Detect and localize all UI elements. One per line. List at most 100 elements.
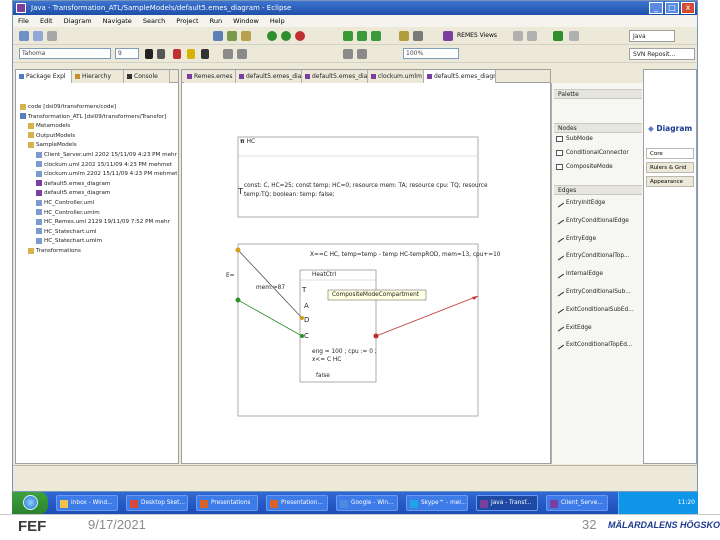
build-icon[interactable] [213,31,223,41]
taskbar-button[interactable]: Presentations [196,495,258,511]
taskbar-button[interactable]: Desktop Sket... [126,495,188,511]
start-button[interactable] [12,492,48,514]
nav-forward-icon[interactable] [569,31,579,41]
editor-tab[interactable]: clockum.umlm [368,70,424,83]
tab-hierarchy[interactable]: Hierarchy [72,70,124,83]
taskbar-button[interactable]: Inbox - Wind... [56,495,118,511]
tools-icon[interactable] [227,31,237,41]
heatctrl-submode[interactable] [299,269,377,383]
zoom-icon[interactable] [357,49,367,59]
prop-tab-appearance[interactable]: Appearance [646,176,694,187]
forward-icon[interactable] [527,31,537,41]
palette-tool[interactable]: InternalEdge [554,269,603,279]
edges-drawer[interactable]: Edges [554,185,642,195]
menu-run[interactable]: Run [210,17,222,25]
exit-point-red[interactable] [373,333,379,339]
tree-item[interactable]: HC_Controller.umlm [36,209,100,218]
entry-point-green[interactable] [235,297,241,303]
tree-item[interactable]: Transformation_ATL [dsi09/transformers/T… [20,113,166,122]
editor-tab[interactable]: Remes.emes [184,70,236,83]
back-icon[interactable] [513,31,523,41]
close-button[interactable]: x [681,2,695,14]
new-package-icon[interactable] [357,31,367,41]
tab-package-explorer[interactable]: Package Expl [16,70,72,83]
new-class-icon[interactable] [371,31,381,41]
editor-tab[interactable]: default5.emes_diag [236,70,302,83]
tree-item[interactable]: Client_Server.uml 2202 15/11/09 4:23 PM … [36,151,177,160]
tree-item[interactable]: HC_Controller.uml [36,199,94,208]
tree-item[interactable]: clockum.uml 2202 15/11/09 4:23 PM mehmet [36,161,172,170]
palette-tool[interactable]: EntryConditionalTop... [554,251,630,261]
font-combo[interactable]: Tahoma [19,48,111,59]
taskbar-button[interactable]: Client_Serve... [546,495,608,511]
palette-tool[interactable]: CompositeMode [556,163,613,172]
nodes-drawer[interactable]: Nodes [554,123,642,133]
print-icon[interactable] [47,31,57,41]
tree-item[interactable]: Metamodels [28,122,70,131]
palette-tool[interactable]: ExitConditionalTopEd... [554,340,632,350]
search-icon[interactable] [413,31,423,41]
tree-item[interactable]: OutputModels [28,132,75,141]
fill-color-icon[interactable] [187,49,195,59]
bold-icon[interactable] [145,49,153,59]
remes-icon[interactable] [443,31,453,41]
palette-tool[interactable]: SubMode [556,135,593,144]
tree-item[interactable]: HC_Remes.uml 2129 19/11/09 7:52 PM mehr [36,218,170,227]
tree-item[interactable]: Transformations [28,247,81,256]
italic-icon[interactable] [157,49,165,59]
align-icon[interactable] [223,49,233,59]
menu-project[interactable]: Project [176,17,198,25]
arrange-icon[interactable] [237,49,247,59]
perspective-svn[interactable]: SVN Reposit... [629,48,695,60]
maximize-button[interactable]: □ [665,2,679,14]
palette-tool[interactable]: ConditionalConnector [556,149,629,158]
palette-tool[interactable]: EntryInitEdge [554,198,605,208]
size-combo[interactable]: 9 [115,48,139,59]
prop-tab-rulers[interactable]: Rulers & Grid [646,162,694,173]
taskbar-button[interactable]: Presentation... [266,495,328,511]
minimize-button[interactable]: _ [649,2,663,14]
new-icon[interactable] [19,31,29,41]
perspective-java[interactable]: Java [629,30,675,42]
wizard-icon[interactable] [241,31,251,41]
menu-help[interactable]: Help [270,17,285,25]
tree-item[interactable]: clockum.umlm 2202 15/11/09 4:23 PM mehme… [36,170,178,179]
menu-search[interactable]: Search [143,17,165,25]
debug-icon[interactable] [267,31,277,41]
menu-file[interactable]: File [18,17,29,25]
menu-navigate[interactable]: Navigate [103,17,132,25]
run-icon[interactable] [281,31,291,41]
zoom-combo[interactable]: 100% [403,48,459,59]
entry-point-orange[interactable] [235,247,241,253]
tree-item[interactable]: default5.emes_diagram [36,189,110,198]
window-title-bar[interactable]: Java - Transformation_ATL/SampleModels/d… [13,1,697,15]
palette-tool[interactable]: ExitConditionalSubEd... [554,304,634,315]
taskbar-button[interactable]: Google - Win... [336,495,398,511]
tab-console[interactable]: Console [124,70,170,83]
palette-tool[interactable]: ExitEdge [554,322,592,333]
palette-title[interactable]: Palette [554,89,642,99]
palette-tool[interactable]: EntryEdge [554,233,596,244]
tree-item[interactable]: HC_Statechart.umlm [36,237,102,246]
tree-item[interactable]: default5.emes_diagram [36,180,110,189]
taskbar-button[interactable]: Java - Transf... [476,495,538,511]
prop-tab-core[interactable]: Core [646,148,694,159]
save-icon[interactable] [33,31,43,41]
nav-back-icon[interactable] [553,31,563,41]
open-type-icon[interactable] [399,31,409,41]
tree-item[interactable]: SampleModels [28,141,77,150]
menu-diagram[interactable]: Diagram [64,17,92,25]
font-color-icon[interactable] [173,49,181,59]
tree-item[interactable]: code [dsi09/transformers/code] [20,103,116,112]
taskbar-button[interactable]: Skype™ - mel... [406,495,468,511]
hc-mode-box[interactable] [237,136,479,218]
external-tools-icon[interactable] [295,31,305,41]
tree-item[interactable]: HC_Statechart.uml [36,228,97,237]
editor-tab[interactable]: default5.emes_diagr [424,70,496,83]
system-tray[interactable]: 11:20 [618,492,698,514]
remes-views-label[interactable]: REMES Views [457,30,497,42]
palette-tool[interactable]: EntryConditionalSub... [554,287,631,297]
new-java-project-icon[interactable] [343,31,353,41]
line-color-icon[interactable] [201,49,209,59]
editor-tab[interactable]: default5.emes_diagr [302,70,368,83]
